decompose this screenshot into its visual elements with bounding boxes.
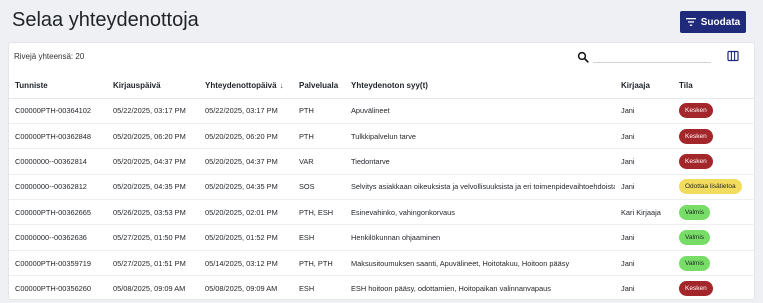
columns-icon[interactable]: [727, 49, 739, 62]
cell-reason: Tulkkipalvelun tarve: [345, 123, 615, 150]
cell-id: C00000PTH-00359719: [9, 250, 107, 277]
cell-status: Kesken: [673, 98, 754, 124]
status-badge: Valmis: [679, 255, 711, 271]
cell-contact-date: 05/20/2025, 04:37 PM: [199, 148, 293, 175]
cell-id: C0000000--00362636: [9, 224, 107, 251]
table-row[interactable]: C00000PTH-00362665 05/26/2025, 03:53 PM 05…: [9, 199, 754, 226]
cell-author: Kari Kirjaaja: [615, 199, 673, 226]
cell-logged-date: 05/26/2025, 03:53 PM: [107, 199, 199, 226]
cell-contact-date: 05/20/2025, 04:35 PM: [199, 174, 293, 201]
cell-service-area: PTH, PTH: [293, 250, 345, 277]
column-header-status[interactable]: Tila: [673, 73, 754, 99]
cell-id: C0000000--00362812: [9, 174, 107, 201]
column-header-id[interactable]: Tunniste: [9, 73, 107, 99]
table-row[interactable]: C00000PTH-00356260 05/08/2025, 09:09 AM 05…: [9, 275, 754, 302]
cell-author: Jani: [615, 123, 673, 150]
cell-service-area: PTH: [293, 123, 345, 150]
cell-contact-date: 05/20/2025, 01:52 PM: [199, 224, 293, 251]
column-header-contact-date[interactable]: Yhteydenottopäivä ↓: [199, 73, 293, 99]
table-row[interactable]: C0000000--00362636 05/27/2025, 01:50 PM 05…: [9, 224, 754, 251]
cell-logged-date: 05/27/2025, 01:50 PM: [107, 224, 199, 251]
status-badge: Valmis: [679, 204, 711, 220]
cell-id: C00000PTH-00362848: [9, 123, 107, 150]
table-row[interactable]: C0000000--00362814 05/20/2025, 04:37 PM 05…: [9, 148, 754, 175]
cell-service-area: SOS: [293, 174, 345, 201]
cell-author: Jani: [615, 98, 673, 124]
cell-reason: ESH hoitoon pääsy, odottamien, Hoitopaik…: [345, 275, 615, 302]
arrow-down-icon: ↓: [279, 80, 284, 90]
status-badge: Kesken: [679, 153, 713, 169]
cell-id: C0000000--00362814: [9, 148, 107, 175]
cell-contact-date: 05/20/2025, 06:20 PM: [199, 123, 293, 150]
cell-id: C00000PTH-00362665: [9, 199, 107, 226]
cell-status: Kesken: [673, 148, 754, 175]
cell-reason: Selvitys asiakkaan oikeuksista ja velvol…: [345, 174, 615, 201]
cell-author: Jani: [615, 224, 673, 251]
cell-reason: Tiedontarve: [345, 148, 615, 175]
cell-status: Odottaa lisätietoa: [673, 174, 754, 201]
cell-status: Valmis: [673, 199, 754, 226]
cell-logged-date: 05/20/2025, 04:37 PM: [107, 148, 199, 175]
column-header-reason[interactable]: Yhteydenoton syy(t): [345, 73, 615, 99]
cell-logged-date: 05/22/2025, 03:17 PM: [107, 98, 199, 124]
status-badge: Kesken: [679, 280, 713, 296]
table-row[interactable]: C00000PTH-00359719 05/27/2025, 01:51 PM 05…: [9, 250, 754, 277]
table-header-row: Tunniste Kirjauspäivä Yhteydenottopäivä ↓…: [9, 73, 754, 99]
cell-author: Jani: [615, 250, 673, 277]
filter-button-label: Suodata: [700, 16, 741, 28]
results-card: Rivejä yhteensä: 20 Tunniste Kirjauspäiv…: [8, 42, 755, 302]
cell-id: C00000PTH-00356260: [9, 275, 107, 302]
cell-author: Jani: [615, 275, 673, 302]
cell-service-area: ESH: [293, 275, 345, 302]
page-title: Selaa yhteydenottoja: [12, 9, 199, 31]
cell-contact-date: 05/20/2025, 02:01 PM: [199, 199, 293, 226]
cell-status: Valmis: [673, 224, 754, 251]
cell-reason: Esinevahinko, vahingonkorvaus: [345, 199, 615, 226]
cell-author: Jani: [615, 174, 673, 201]
column-header-author[interactable]: Kirjaaja: [615, 73, 673, 99]
cell-status: Kesken: [673, 123, 754, 150]
cell-contact-date: 05/14/2025, 03:12 PM: [199, 250, 293, 277]
status-badge: Kesken: [679, 128, 713, 144]
cell-contact-date: 05/22/2025, 03:17 PM: [199, 98, 293, 124]
cell-logged-date: 05/20/2025, 04:35 PM: [107, 174, 199, 201]
column-header-logged-date[interactable]: Kirjauspäivä: [107, 73, 199, 99]
cell-status: Valmis: [673, 250, 754, 277]
cell-service-area: PTH: [293, 98, 345, 124]
row-count: Rivejä yhteensä: 20: [14, 52, 85, 61]
cell-service-area: VAR: [293, 148, 345, 175]
search-input[interactable]: [593, 49, 711, 63]
cell-service-area: PTH, ESH: [293, 199, 345, 226]
table-row[interactable]: C00000PTH-00362848 05/20/2025, 06:20 PM 05…: [9, 123, 754, 150]
cell-author: Jani: [615, 148, 673, 175]
cell-reason: Henkilökunnan ohjaaminen: [345, 224, 615, 251]
status-badge: Valmis: [679, 230, 711, 246]
cell-logged-date: 05/27/2025, 01:51 PM: [107, 250, 199, 277]
filter-button[interactable]: Suodata: [680, 11, 746, 33]
table-row[interactable]: C0000000--00362812 05/20/2025, 04:35 PM 05…: [9, 174, 754, 201]
status-badge: Odottaa lisätietoa: [679, 179, 742, 195]
search-icon[interactable]: [577, 50, 589, 63]
cell-logged-date: 05/20/2025, 06:20 PM: [107, 123, 199, 150]
cell-status: Kesken: [673, 275, 754, 302]
column-header-service-area[interactable]: Palveluala: [293, 73, 345, 99]
status-badge: Kesken: [679, 103, 713, 119]
contacts-table: Tunniste Kirjauspäivä Yhteydenottopäivä ↓…: [9, 73, 754, 302]
table-row[interactable]: C00000PTH-00364102 05/22/2025, 03:17 PM 05…: [9, 98, 754, 124]
cell-logged-date: 05/08/2025, 09:09 AM: [107, 275, 199, 302]
cell-contact-date: 05/08/2025, 09:09 AM: [199, 275, 293, 302]
filter-icon: [685, 18, 696, 26]
cell-reason: Apuvälineet: [345, 98, 615, 124]
cell-service-area: ESH: [293, 224, 345, 251]
cell-reason: Maksusitoumuksen saanti, Apuvälineet, Ho…: [345, 250, 615, 277]
cell-id: C00000PTH-00364102: [9, 98, 107, 124]
